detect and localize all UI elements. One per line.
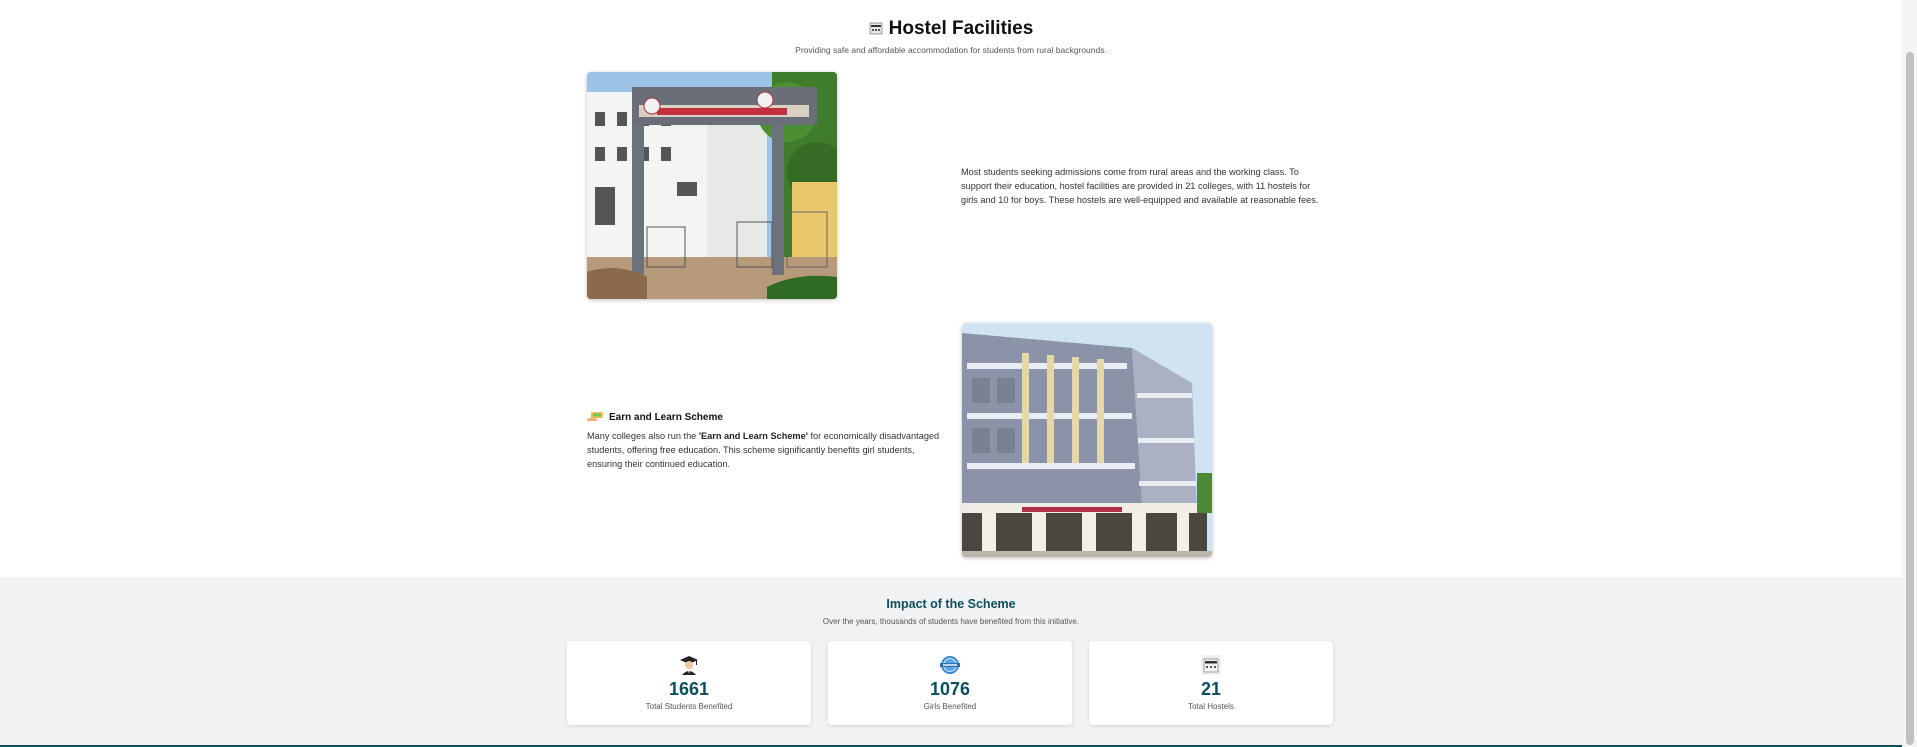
earn-learn-description: Many colleges also run the 'Earn and Lea… <box>587 429 942 471</box>
page-title-text: Hostel Facilities <box>888 18 1034 39</box>
page-title: Hostel Facilities <box>0 18 1902 40</box>
graduate-icon <box>680 656 698 675</box>
earn-learn-heading-text: Earn and Learn Scheme <box>609 412 723 423</box>
stat-value: 21 <box>1200 679 1222 699</box>
hostel-building-icon <box>869 22 882 35</box>
stat-label: Girls Benefited <box>923 702 977 711</box>
page-subtitle: Providing safe and affordable accommodat… <box>795 45 1107 55</box>
impact-title: Impact of the Scheme <box>886 597 1016 611</box>
earn-learn-text-before: Many colleges also run the <box>587 431 699 441</box>
hostel-building-icon <box>1201 655 1221 675</box>
money-hand-icon <box>587 412 603 421</box>
hostel-description: Most students seeking admissions come fr… <box>961 167 1319 205</box>
stat-card-girls-benefited: 1076 Girls Benefited <box>828 641 1072 725</box>
badge-icon <box>940 656 960 674</box>
stat-card-total-hostels: 21 Total Hostels <box>1089 641 1333 725</box>
earn-learn-highlight: 'Earn and Learn Scheme' <box>698 431 808 441</box>
impact-subtitle: Over the years, thousands of students ha… <box>822 617 1080 626</box>
hostel-building-photo <box>962 323 1212 557</box>
stat-label: Total Students Benefited <box>645 702 733 711</box>
stat-value: 1076 <box>929 679 971 699</box>
impact-section: Impact of the Scheme Over the years, tho… <box>0 577 1917 747</box>
hostel-gate-photo <box>587 72 837 299</box>
stat-card-total-students: 1661 Total Students Benefited <box>567 641 811 725</box>
stat-value: 1661 <box>668 679 710 699</box>
scrollbar-thumb[interactable] <box>1906 52 1914 745</box>
vertical-scrollbar[interactable] <box>1902 0 1917 747</box>
earn-learn-heading: Earn and Learn Scheme <box>587 411 723 423</box>
stat-label: Total Hostels <box>1188 702 1234 711</box>
